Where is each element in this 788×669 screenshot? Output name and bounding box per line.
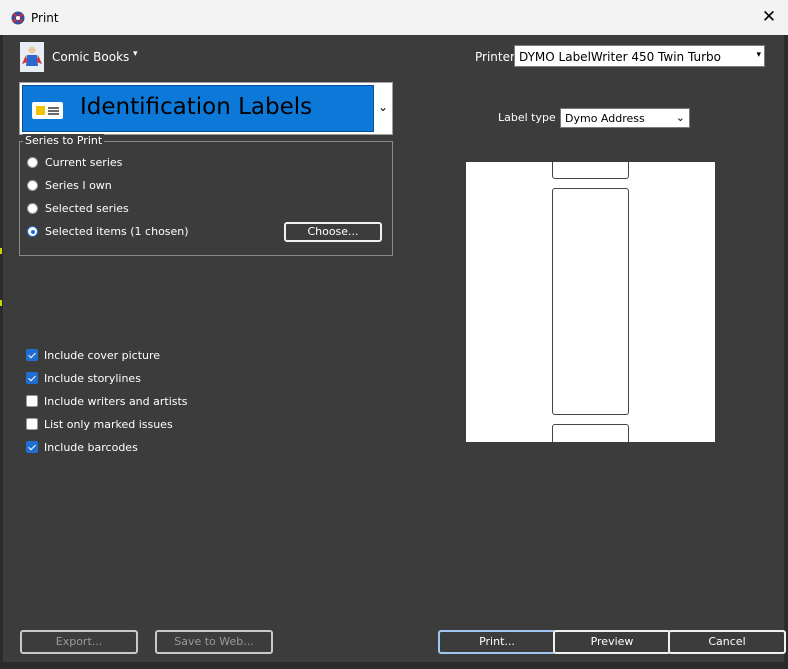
checkbox[interactable]: [26, 395, 38, 407]
chevron-down-icon: ⌄: [675, 111, 685, 124]
background-marker: [0, 300, 2, 306]
window-title: Print: [31, 11, 59, 25]
preview-label: [552, 424, 629, 442]
id-card-icon: [32, 102, 63, 119]
chevron-down-icon[interactable]: ▾: [133, 49, 138, 59]
title-bar: Print ✕: [0, 0, 788, 35]
radio-label: Current series: [45, 156, 123, 169]
label-type-value: Dymo Address: [565, 112, 645, 125]
radio-button-selected[interactable]: [27, 226, 38, 237]
background-marker: [0, 248, 2, 254]
checkbox-label: Include writers and artists: [44, 395, 188, 408]
chevron-down-icon[interactable]: ⌄: [378, 100, 388, 114]
window-bottom-edge: [0, 662, 788, 669]
checkbox[interactable]: [26, 372, 38, 384]
checkbox-label: Include cover picture: [44, 349, 161, 362]
preview-button[interactable]: Preview: [553, 630, 671, 654]
radio-label: Series I own: [45, 179, 112, 192]
label-type-select[interactable]: Dymo Address ⌄: [560, 108, 690, 128]
app-icon: [11, 11, 25, 25]
radio-button[interactable]: [27, 157, 38, 168]
preview-label: [552, 162, 629, 179]
template-dropdown[interactable]: Identification Labels ⌄: [19, 82, 393, 135]
radio-label: Selected items (1 chosen): [45, 225, 189, 238]
print-button[interactable]: Print...: [438, 630, 556, 654]
group-title: Series to Print: [23, 134, 105, 147]
checkbox-label: List only marked issues: [44, 418, 173, 431]
checkbox[interactable]: [26, 441, 38, 453]
radio-button[interactable]: [27, 203, 38, 214]
checkbox-label: Include storylines: [44, 372, 141, 385]
radio-label: Selected series: [45, 202, 129, 215]
label-preview: [466, 162, 715, 442]
export-button[interactable]: Export...: [20, 630, 138, 654]
template-selected: Identification Labels: [22, 85, 374, 132]
choose-button[interactable]: Choose...: [284, 222, 382, 242]
preview-label: [552, 188, 629, 415]
close-icon[interactable]: ✕: [760, 8, 778, 26]
checkbox[interactable]: [26, 349, 38, 361]
label-type-label: Label type: [498, 111, 556, 124]
save-to-web-button[interactable]: Save to Web...: [155, 630, 273, 654]
comic-books-icon[interactable]: [20, 42, 44, 72]
printer-select[interactable]: DYMO LabelWriter 450 Twin Turbo ▾: [514, 45, 765, 67]
checkbox-label: Include barcodes: [44, 441, 138, 454]
template-name: Identification Labels: [80, 94, 313, 120]
collection-selector[interactable]: Comic Books: [52, 50, 129, 64]
checkbox[interactable]: [26, 418, 38, 430]
cancel-button[interactable]: Cancel: [668, 630, 786, 654]
radio-button[interactable]: [27, 180, 38, 191]
printer-label: Printer: [475, 50, 515, 64]
printer-value: DYMO LabelWriter 450 Twin Turbo: [519, 50, 721, 64]
chevron-down-icon: ▾: [756, 50, 761, 60]
